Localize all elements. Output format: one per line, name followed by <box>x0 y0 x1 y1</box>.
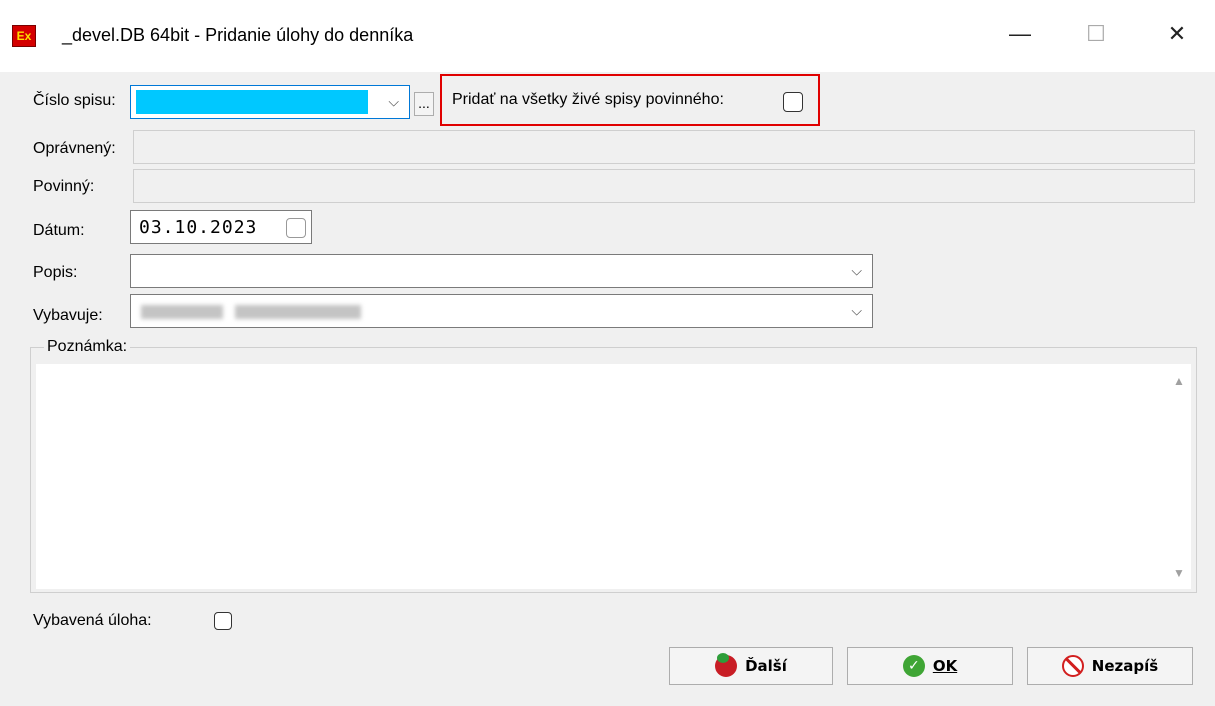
poznamka-label: Poznámka: <box>44 338 131 356</box>
nezapis-button[interactable]: Nezapíš <box>1027 647 1193 685</box>
vybavuje-label: Vybavuje: <box>33 307 103 324</box>
pridat-all-label: Pridať na všetky živé spisy povinného: <box>452 91 724 108</box>
close-button[interactable]: ✕ <box>1157 16 1197 52</box>
chevron-down-icon[interactable]: ⌵ <box>851 303 862 320</box>
form-content: Číslo spisu: ⌵ ... Pridať na všetky živé… <box>0 72 1215 706</box>
datum-field[interactable]: 03.10.2023 <box>130 210 312 244</box>
scrollbar[interactable]: ▲ ▼ <box>1167 364 1191 589</box>
datum-label: Dátum: <box>33 222 85 239</box>
vybavena-label: Vybavená úloha: <box>33 612 152 629</box>
calendar-toggle-icon[interactable] <box>286 218 306 238</box>
prohibited-icon <box>1061 655 1084 677</box>
popis-label: Popis: <box>33 264 78 281</box>
scroll-down-icon[interactable]: ▼ <box>1173 566 1185 580</box>
opravneny-label: Oprávnený: <box>33 140 116 157</box>
dalsi-icon <box>715 653 738 677</box>
checkmark-icon: ✓ <box>902 655 925 677</box>
poznamka-textarea[interactable]: ▲ ▼ <box>36 364 1191 589</box>
redacted-name-part <box>235 305 361 319</box>
maximize-button[interactable]: ☐ <box>1076 16 1116 52</box>
redacted-name-part <box>141 305 223 319</box>
datum-value: 03.10.2023 <box>139 217 258 238</box>
title-bar: Ex _devel.DB 64bit - Pridanie úlohy do d… <box>0 0 1215 72</box>
vybavuje-combo[interactable]: ⌵ <box>130 294 873 328</box>
browse-button[interactable]: ... <box>414 92 434 116</box>
ok-label: OK <box>932 657 958 675</box>
chevron-down-icon[interactable]: ⌵ <box>388 94 399 111</box>
app-icon: Ex <box>12 25 36 47</box>
window-title: _devel.DB 64bit - Pridanie úlohy do denn… <box>62 25 414 45</box>
minimize-button[interactable]: — <box>1000 16 1040 52</box>
annotation-highlight-box: Pridať na všetky živé spisy povinného: <box>440 74 820 126</box>
cislo-spisu-label: Číslo spisu: <box>33 92 116 109</box>
povinny-field <box>133 169 1195 203</box>
pridat-all-checkbox[interactable] <box>783 92 803 112</box>
ok-button[interactable]: ✓ OK <box>847 647 1013 685</box>
dalsi-label: Ďalší <box>745 657 787 675</box>
cislo-spisu-selection <box>136 90 368 114</box>
cislo-spisu-combo[interactable]: ⌵ <box>130 85 410 119</box>
opravneny-field <box>133 130 1195 164</box>
dialog-window: Ex _devel.DB 64bit - Pridanie úlohy do d… <box>0 0 1215 706</box>
chevron-down-icon[interactable]: ⌵ <box>851 263 862 280</box>
popis-combo[interactable]: ⌵ <box>130 254 873 288</box>
nezapis-label: Nezapíš <box>1091 657 1159 675</box>
scroll-up-icon[interactable]: ▲ <box>1173 374 1185 388</box>
vybavena-checkbox[interactable] <box>214 612 232 630</box>
povinny-label: Povinný: <box>33 178 95 195</box>
dalsi-button[interactable]: Ďalší <box>669 647 833 685</box>
